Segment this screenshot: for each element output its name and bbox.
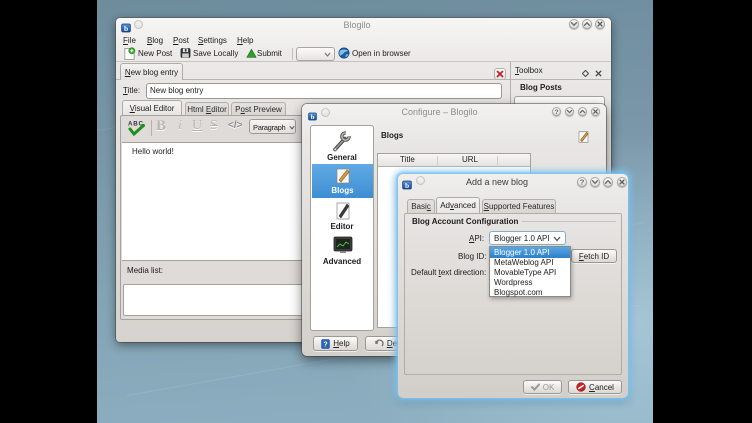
- svg-text:?: ?: [324, 341, 328, 348]
- svg-text:?: ?: [554, 109, 558, 116]
- svg-text:?: ?: [580, 178, 585, 187]
